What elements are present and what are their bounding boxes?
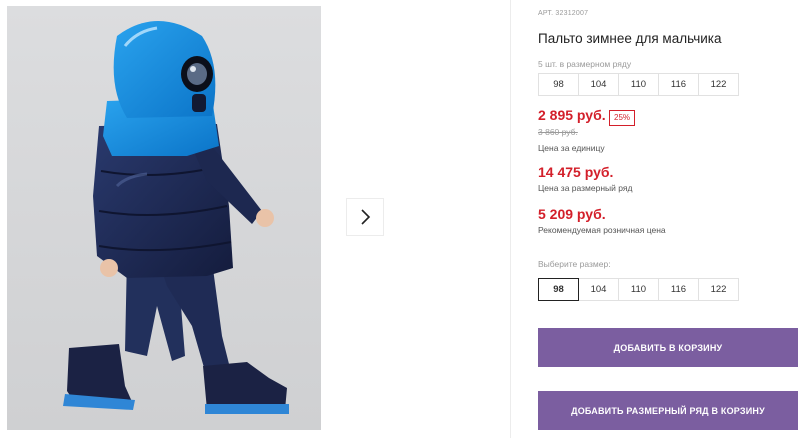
product-title: Пальто зимнее для мальчика <box>538 31 722 46</box>
chevron-right-icon <box>361 209 371 225</box>
retail-price: 5 209 руб. <box>538 206 606 222</box>
old-price: 3 860 руб. <box>538 127 578 137</box>
unit-price: 2 895 руб. <box>538 107 606 123</box>
size-selector: 98 104 110 116 122 <box>538 278 739 301</box>
add-to-cart-button[interactable]: ДОБАВИТЬ В КОРЗИНУ <box>538 328 798 367</box>
size-row-price: 14 475 руб. <box>538 164 614 180</box>
panel-divider <box>510 0 511 438</box>
discount-badge: 25% <box>609 110 636 126</box>
unit-price-label: Цена за единицу <box>538 143 605 153</box>
gallery-next-button[interactable] <box>346 198 384 236</box>
size-row-note: 5 шт. в размерном ряду <box>538 59 632 69</box>
size-row-cell: 122 <box>698 73 739 96</box>
add-size-row-to-cart-button[interactable]: ДОБАВИТЬ РАЗМЕРНЫЙ РЯД В КОРЗИНУ <box>538 391 798 430</box>
size-row-price-label: Цена за размерный ряд <box>538 183 633 193</box>
size-option-110[interactable]: 110 <box>618 278 659 301</box>
size-option-104[interactable]: 104 <box>578 278 619 301</box>
size-row-cell: 104 <box>578 73 619 96</box>
size-row-cell: 98 <box>538 73 579 96</box>
product-photo <box>7 6 321 430</box>
size-row-cell: 116 <box>658 73 699 96</box>
size-select-label: Выберите размер: <box>538 259 611 269</box>
size-option-116[interactable]: 116 <box>658 278 699 301</box>
size-option-98[interactable]: 98 <box>538 278 579 301</box>
size-option-122[interactable]: 122 <box>698 278 739 301</box>
product-sku: АРТ. 32312007 <box>538 10 589 17</box>
size-row-list: 98 104 110 116 122 <box>538 73 739 96</box>
size-row-cell: 110 <box>618 73 659 96</box>
product-info-panel: АРТ. 32312007 Пальто зимнее для мальчика… <box>536 0 800 438</box>
product-gallery <box>0 0 510 438</box>
retail-price-label: Рекомендуемая розничная цена <box>538 225 666 235</box>
